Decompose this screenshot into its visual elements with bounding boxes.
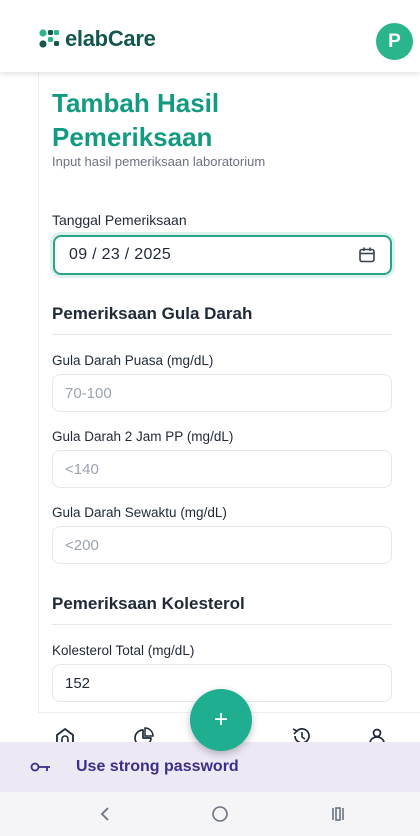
- home-icon[interactable]: [54, 727, 76, 743]
- page-subtitle: Input hasil pemeriksaan laboratorium: [52, 154, 266, 169]
- kolesterol-total-value: 152: [65, 674, 91, 692]
- use-strong-password-label[interactable]: Use strong password: [76, 758, 239, 776]
- field-label-gula-puasa: Gula Darah Puasa (mg/dL): [52, 353, 214, 368]
- brand-name-prefix: elab: [65, 26, 108, 51]
- system-nav-bar: [0, 792, 420, 836]
- gula-puasa-placeholder: 70-100: [65, 384, 112, 402]
- field-label-kolesterol-total: Kolesterol Total (mg/dL): [52, 643, 195, 658]
- gula-sewaktu-input[interactable]: <200: [52, 526, 392, 564]
- field-label-gula-sewaktu: Gula Darah Sewaktu (mg/dL): [52, 505, 227, 520]
- history-icon[interactable]: [290, 727, 312, 743]
- section-divider: [52, 624, 392, 625]
- main-content: Tambah Hasil Pemeriksaan Input hasil pem…: [38, 72, 420, 712]
- password-suggestion-bar[interactable]: Use strong password: [0, 742, 420, 792]
- date-field-label: Tanggal Pemeriksaan: [52, 212, 187, 228]
- gula-2jam-placeholder: <140: [65, 460, 99, 478]
- key-icon: [30, 762, 50, 772]
- date-field[interactable]: 09 / 23 / 2025: [53, 235, 392, 275]
- elabcare-logo-icon: [39, 29, 59, 48]
- avatar[interactable]: P: [376, 23, 413, 60]
- section-title-gula-darah: Pemeriksaan Gula Darah: [52, 304, 253, 323]
- gula-sewaktu-placeholder: <200: [65, 536, 99, 554]
- gula-puasa-input[interactable]: 70-100: [52, 374, 392, 412]
- chart-icon[interactable]: [132, 727, 154, 743]
- brand[interactable]: elabCare: [38, 26, 156, 52]
- app-bar: elabCare P: [0, 0, 420, 72]
- brand-name-suffix: Care: [107, 26, 156, 51]
- field-label-gula-2jam: Gula Darah 2 Jam PP (mg/dL): [52, 429, 234, 444]
- section-title-kolesterol: Pemeriksaan Kolesterol: [52, 594, 245, 613]
- back-icon[interactable]: [95, 804, 115, 824]
- brand-name: elabCare: [65, 26, 156, 52]
- date-value: 09 / 23 / 2025: [69, 246, 172, 263]
- calendar-icon[interactable]: [358, 246, 376, 264]
- recents-icon[interactable]: [328, 804, 348, 824]
- profile-icon[interactable]: [366, 727, 388, 743]
- section-divider: [52, 334, 392, 335]
- add-result-fab[interactable]: +: [190, 689, 252, 751]
- page-title: Tambah Hasil Pemeriksaan: [52, 88, 220, 152]
- home-circle-icon[interactable]: [210, 804, 230, 824]
- gula-2jam-input[interactable]: <140: [52, 450, 392, 488]
